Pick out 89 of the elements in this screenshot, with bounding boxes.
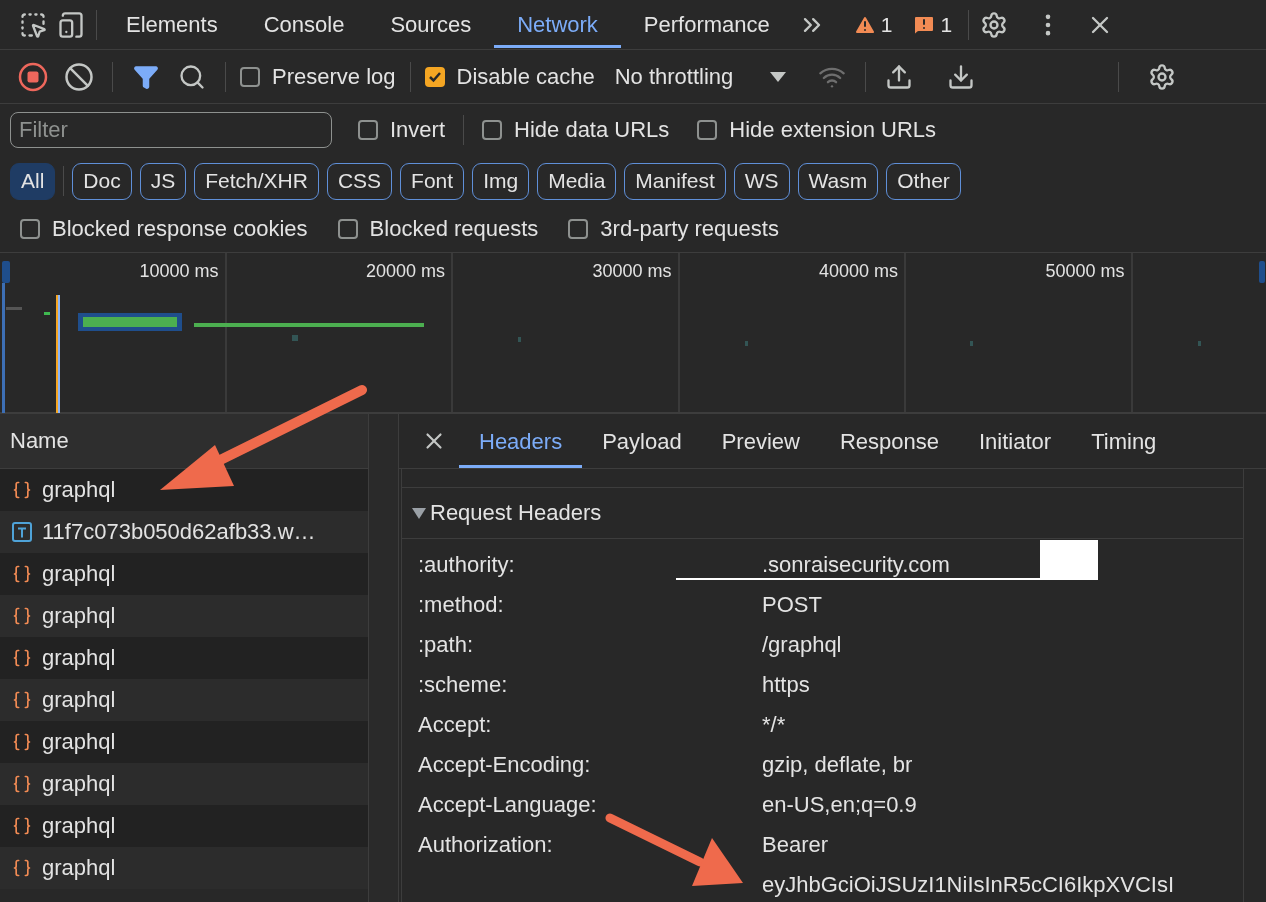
- type-filter-button[interactable]: Doc: [72, 162, 132, 200]
- panel-tab[interactable]: Sources: [367, 1, 495, 48]
- header-name: Authorization:: [418, 832, 553, 857]
- braces-icon: [12, 606, 32, 626]
- panel-tab[interactable]: Console: [240, 1, 368, 48]
- request-row[interactable]: 11f7c073b050d62afb33.w…: [0, 511, 368, 553]
- type-filter-button[interactable]: Media: [537, 162, 617, 200]
- checkbox[interactable]: [482, 120, 503, 140]
- header-value: en-US,en;q=0.9: [762, 792, 917, 818]
- header-value: */*: [762, 712, 786, 738]
- header-value: eyJhbGciOiJSUzI1NiIsInR5cCI6IkpXVCIsI: [762, 872, 1175, 898]
- header-name: :authority:: [418, 552, 515, 577]
- braces-icon: [12, 648, 32, 668]
- braces-icon: [12, 732, 32, 752]
- checkbox[interactable]: [337, 219, 358, 239]
- timeline-tick-label: 20000 ms: [365, 261, 445, 282]
- braces-icon: [12, 774, 32, 794]
- request-row[interactable]: graphql: [0, 469, 368, 511]
- detail-tab[interactable]: Headers: [459, 414, 583, 468]
- request-row[interactable]: graphql: [0, 679, 368, 721]
- text-file-icon: [12, 522, 32, 542]
- timeline-tick-label: 10000 ms: [139, 261, 219, 282]
- timeline-tick-label: 40000 ms: [818, 261, 898, 282]
- type-filter-button[interactable]: All: [10, 162, 56, 200]
- header-value: gzip, deflate, br: [762, 752, 913, 778]
- filter-field[interactable]: Filter: [10, 112, 332, 148]
- checkbox[interactable]: [240, 66, 260, 87]
- type-filter-button[interactable]: WS: [733, 162, 790, 200]
- braces-icon: [12, 858, 32, 878]
- header-name: :scheme:: [418, 672, 508, 697]
- timeline-tick-label: 50000 ms: [1045, 261, 1125, 282]
- request-row[interactable]: graphql: [0, 637, 368, 679]
- error-count[interactable]: 1: [940, 12, 953, 37]
- header-value: .sonraisecurity.com: [762, 552, 950, 578]
- checkbox-label[interactable]: Hide data URLs: [514, 117, 670, 143]
- panel-tab[interactable]: Network: [494, 1, 621, 48]
- type-filter-button[interactable]: Wasm: [797, 162, 879, 200]
- caret-icon[interactable]: [769, 70, 788, 83]
- checkbox[interactable]: [697, 120, 718, 140]
- header-value: /graphql: [762, 632, 842, 658]
- header-value: Bearer: [762, 832, 829, 858]
- braces-icon: [12, 564, 32, 584]
- header-value: https: [762, 672, 810, 698]
- checkbox[interactable]: [424, 66, 445, 87]
- section-header[interactable]: Request Headers: [402, 488, 1243, 539]
- request-row[interactable]: graphql: [0, 763, 368, 805]
- detail-tab[interactable]: Response: [819, 414, 959, 468]
- header-name: :method:: [418, 592, 504, 617]
- detail-tab[interactable]: Preview: [701, 414, 820, 468]
- type-filter-button[interactable]: Other: [886, 162, 961, 200]
- request-row[interactable]: graphql: [0, 847, 368, 889]
- type-filter-button[interactable]: Font: [400, 162, 465, 200]
- checkbox[interactable]: [20, 219, 40, 239]
- redaction-box: [1040, 540, 1098, 580]
- checkbox[interactable]: [568, 219, 589, 239]
- checkbox-label[interactable]: Hide extension URLs: [729, 117, 936, 143]
- checkbox-label[interactable]: Preserve log: [272, 63, 396, 90]
- checkbox-label[interactable]: Blocked requests: [369, 216, 539, 242]
- type-filter-button[interactable]: CSS: [326, 162, 393, 200]
- request-row[interactable]: graphql: [0, 595, 368, 637]
- type-filter-button[interactable]: Fetch/XHR: [194, 162, 319, 200]
- checkbox-label[interactable]: 3rd-party requests: [600, 216, 779, 242]
- warning-count[interactable]: 1: [880, 12, 893, 37]
- request-row[interactable]: graphql: [0, 721, 368, 763]
- header-name: Accept-Encoding:: [418, 752, 591, 777]
- request-row[interactable]: graphql: [0, 805, 368, 847]
- type-filter-button[interactable]: JS: [139, 162, 187, 200]
- request-row[interactable]: graphql: [0, 553, 368, 595]
- header-value: POST: [762, 592, 822, 618]
- header-name: Accept:: [418, 712, 492, 737]
- column-header[interactable]: Name: [0, 414, 368, 469]
- header-name: Accept-Language:: [418, 792, 597, 817]
- checkbox-label[interactable]: Blocked response cookies: [52, 216, 308, 242]
- type-filter-button[interactable]: Img: [472, 162, 530, 200]
- panel-tab[interactable]: Elements: [103, 1, 241, 48]
- braces-icon: [12, 480, 32, 500]
- detail-tab[interactable]: Initiator: [959, 414, 1072, 468]
- panel-tab[interactable]: Performance: [620, 1, 793, 48]
- braces-icon: [12, 816, 32, 836]
- timeline-tick-label: 30000 ms: [592, 261, 672, 282]
- throttling-dropdown[interactable]: No throttling: [614, 63, 734, 90]
- braces-icon: [12, 690, 32, 710]
- detail-tab[interactable]: Payload: [582, 414, 702, 468]
- header-name: :path:: [418, 632, 474, 657]
- detail-tab[interactable]: Timing: [1071, 414, 1177, 468]
- checkbox-label[interactable]: Disable cache: [456, 63, 595, 90]
- type-filter-button[interactable]: Manifest: [624, 162, 726, 200]
- checkbox-label[interactable]: Invert: [390, 117, 446, 143]
- checkbox[interactable]: [358, 120, 378, 140]
